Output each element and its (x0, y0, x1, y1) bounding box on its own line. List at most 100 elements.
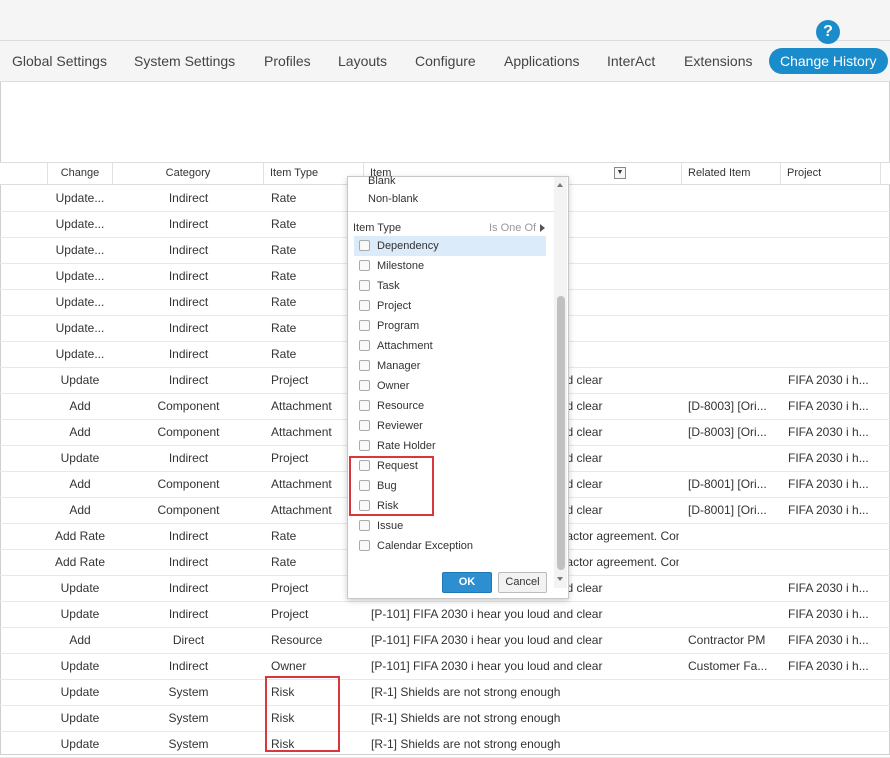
cell-change: Add (69, 399, 91, 413)
filter-option[interactable]: Owner (354, 376, 546, 396)
nav-configure[interactable]: Configure (415, 41, 476, 81)
option-label: Project (377, 300, 412, 312)
filter-option[interactable]: Resource (354, 396, 546, 416)
chevron-right-icon[interactable] (540, 224, 545, 232)
option-checkbox[interactable] (359, 360, 370, 371)
table-row[interactable]: Update System Risk [R-1] Shields are not st… (0, 705, 890, 732)
nav-global-settings[interactable]: Global Settings (12, 41, 107, 81)
cell-project: FIFA 2030 i h... (788, 373, 869, 387)
filter-option[interactable]: Manager (354, 356, 546, 376)
filter-condition[interactable]: Is One Of (489, 222, 536, 234)
cell-item: [P-101] FIFA 2030 i hear you loud and cl… (371, 633, 603, 647)
header-project[interactable]: Project (781, 163, 881, 184)
cell-category: Component (157, 425, 220, 439)
cell-category: Indirect (168, 451, 209, 465)
option-checkbox[interactable] (359, 260, 370, 271)
filter-option[interactable]: Milestone (354, 256, 546, 276)
cell-related-item (688, 341, 776, 367)
scroll-up-arrow-icon[interactable] (557, 183, 563, 187)
filter-option-blank[interactable]: Blank (368, 175, 396, 187)
option-checkbox[interactable] (359, 320, 370, 331)
option-label: Resource (377, 400, 425, 412)
filter-option[interactable]: Calendar Exception (354, 536, 546, 556)
cell-related-item (688, 679, 776, 705)
nav-system-settings[interactable]: System Settings (134, 41, 235, 81)
option-checkbox[interactable] (359, 400, 370, 411)
filter-separator (348, 211, 554, 212)
option-checkbox[interactable] (359, 280, 370, 291)
table-row[interactable]: Update Indirect Project [P-101] FIFA 2030 i… (0, 601, 890, 628)
cell-project (788, 341, 874, 367)
filter-option[interactable]: Reviewer (354, 416, 546, 436)
cell-change: Add Rate (54, 529, 106, 543)
filter-option[interactable]: Dependency (354, 236, 546, 256)
cell-change: Update... (55, 217, 105, 231)
cell-related-item (688, 289, 776, 315)
table-row[interactable]: Update System Risk [R-1] Shields are not st… (0, 731, 890, 758)
help-icon[interactable]: ? (816, 20, 840, 44)
table-row[interactable]: Add Direct Resource [P-101] FIFA 2030 i hea… (0, 627, 890, 654)
filter-option[interactable]: Program (354, 316, 546, 336)
cell-related-item: [D-8003] [Ori... (688, 399, 767, 413)
option-label: Reviewer (377, 420, 423, 432)
option-checkbox[interactable] (359, 540, 370, 551)
nav-interact[interactable]: InterAct (607, 41, 655, 81)
scroll-down-arrow-icon[interactable] (557, 577, 563, 581)
top-bar (0, 0, 890, 41)
option-label: Issue (377, 520, 404, 532)
header-related-item[interactable]: Related Item (682, 163, 781, 184)
option-checkbox[interactable] (359, 520, 370, 531)
filter-option[interactable]: Project (354, 296, 546, 316)
cell-project: FIFA 2030 i h... (788, 451, 869, 465)
cell-project: FIFA 2030 i h... (788, 399, 869, 413)
nav-profiles[interactable]: Profiles (264, 41, 311, 81)
option-checkbox[interactable] (359, 300, 370, 311)
cell-project: FIFA 2030 i h... (788, 503, 869, 517)
nav-change-history[interactable]: Change History (769, 48, 888, 74)
table-row[interactable]: Update System Risk [R-1] Shields are not st… (0, 679, 890, 706)
option-label: Manager (377, 360, 421, 372)
header-category[interactable]: Category (113, 163, 264, 184)
option-checkbox[interactable] (359, 440, 370, 451)
header-change[interactable]: Change (48, 163, 113, 184)
filter-option[interactable]: Issue (354, 516, 546, 536)
option-label: Milestone (377, 260, 425, 272)
cell-project: FIFA 2030 i h... (788, 425, 869, 439)
cell-item-type: Project (271, 607, 309, 621)
nav-applications[interactable]: Applications (504, 41, 580, 81)
cell-related-item: [D-8003] [Ori... (688, 425, 767, 439)
cell-project (788, 237, 874, 263)
filter-scrollbar[interactable] (554, 177, 567, 588)
option-checkbox[interactable] (359, 240, 370, 251)
nav-extensions[interactable]: Extensions (684, 41, 752, 81)
cell-related-item (688, 601, 776, 627)
cancel-button[interactable]: Cancel (498, 572, 547, 593)
cell-change: Add (69, 503, 91, 517)
filter-option[interactable]: Rate Holder (354, 436, 546, 456)
filter-option[interactable]: Task (354, 276, 546, 296)
cell-project: FIFA 2030 i h... (788, 581, 869, 595)
cell-related-item (688, 237, 776, 263)
option-label: Program (377, 320, 420, 332)
item-type-filter-popup: Blank Non-blank Item Type Is One Of Depe… (347, 175, 569, 599)
ok-button[interactable]: OK (442, 572, 492, 593)
cell-category: Indirect (168, 347, 209, 361)
option-checkbox[interactable] (359, 420, 370, 431)
cell-category: Direct (172, 633, 205, 647)
cell-change: Update (60, 607, 100, 621)
option-checkbox[interactable] (359, 380, 370, 391)
filter-option-non-blank[interactable]: Non-blank (368, 193, 418, 205)
cell-item-type: Resource (271, 633, 323, 647)
filter-option[interactable]: Attachment (354, 336, 546, 356)
cell-change: Update... (55, 243, 105, 257)
option-checkbox[interactable] (359, 340, 370, 351)
scroll-thumb[interactable] (557, 296, 565, 570)
filter-field-label: Item Type (353, 222, 402, 234)
cell-related-item (688, 731, 776, 757)
table-row[interactable]: Update Indirect Owner [P-101] FIFA 2030 i h… (0, 653, 890, 680)
cell-change: Add Rate (54, 555, 106, 569)
option-label: Attachment (377, 340, 433, 352)
nav-layouts[interactable]: Layouts (338, 41, 387, 81)
cell-category: System (168, 737, 209, 751)
cell-category: Indirect (168, 269, 209, 283)
